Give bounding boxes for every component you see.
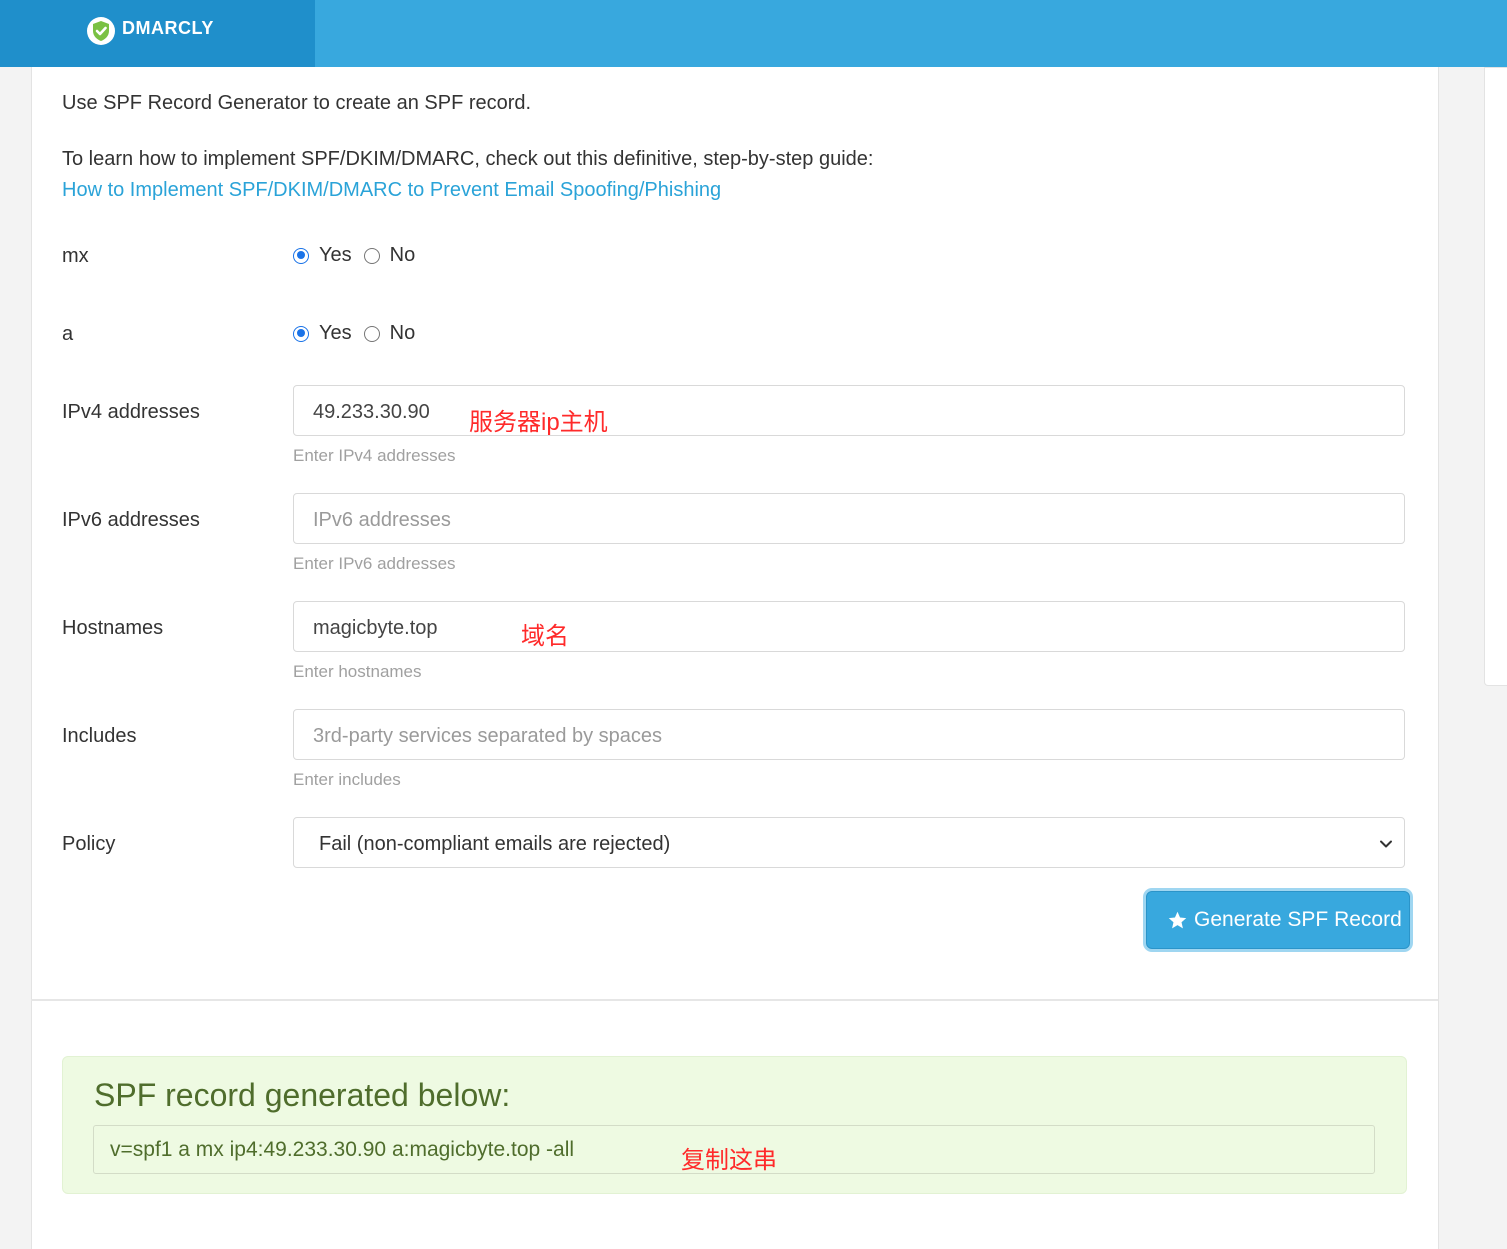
a-label: a	[62, 323, 74, 345]
intro-text: Use SPF Record Generator to create an SP…	[62, 92, 532, 114]
top-nav-bar: DMARCLY	[0, 0, 1507, 67]
mx-yes-label[interactable]: Yes	[319, 244, 352, 267]
guide-intro-text: To learn how to implement SPF/DKIM/DMARC…	[62, 148, 874, 170]
policy-selected: Fail (non-compliant emails are rejected)	[319, 833, 671, 855]
ipv6-placeholder: IPv6 addresses	[313, 509, 451, 531]
a-no-radio[interactable]	[363, 325, 380, 342]
generate-spf-label: Generate SPF Record	[1194, 908, 1402, 931]
brand-name: DMARCLY	[122, 18, 214, 38]
star-icon	[1168, 911, 1187, 929]
hostnames-annotation: 域名	[521, 623, 569, 650]
hostnames-input[interactable]: magicbyte.top	[293, 601, 1405, 652]
a-yes-label[interactable]: Yes	[319, 322, 352, 345]
ipv4-label: IPv4 addresses	[62, 401, 200, 423]
mx-radio-group: Yes No	[293, 244, 427, 267]
mx-label: mx	[62, 245, 89, 267]
ipv4-value: 49.233.30.90	[313, 401, 430, 423]
a-radio-group: Yes No	[293, 322, 427, 345]
section-divider	[31, 999, 1438, 1001]
ipv4-input[interactable]: 49.233.30.90	[293, 385, 1405, 436]
includes-help: Enter includes	[293, 770, 401, 789]
hostnames-help: Enter hostnames	[293, 662, 422, 681]
mx-no-radio[interactable]	[363, 247, 380, 264]
includes-placeholder: 3rd-party services separated by spaces	[313, 725, 663, 747]
chevron-down-icon	[1380, 840, 1392, 848]
shield-check-icon	[87, 17, 115, 45]
includes-input[interactable]: 3rd-party services separated by spaces	[293, 709, 1405, 760]
policy-select[interactable]: Fail (non-compliant emails are rejected)	[293, 817, 1405, 868]
ipv6-label: IPv6 addresses	[62, 509, 200, 531]
mx-no-label[interactable]: No	[390, 244, 416, 267]
hostnames-label: Hostnames	[62, 617, 164, 639]
result-title: SPF record generated below:	[94, 1077, 511, 1113]
spf-record-value: v=spf1 a mx ip4:49.233.30.90 a:magicbyte…	[110, 1138, 575, 1161]
ipv6-input[interactable]: IPv6 addresses	[293, 493, 1405, 544]
side-panel	[1484, 67, 1507, 686]
guide-link[interactable]: How to Implement SPF/DKIM/DMARC to Preve…	[62, 179, 721, 202]
ipv6-help: Enter IPv6 addresses	[293, 554, 456, 573]
ipv4-help: Enter IPv4 addresses	[293, 446, 456, 465]
generate-spf-button[interactable]: Generate SPF Record	[1146, 891, 1410, 949]
includes-label: Includes	[62, 725, 137, 747]
hostnames-value: magicbyte.top	[313, 617, 438, 639]
copy-annotation: 复制这串	[681, 1147, 777, 1174]
ipv4-annotation: 服务器ip主机	[469, 409, 608, 436]
policy-label: Policy	[62, 833, 116, 855]
a-no-label[interactable]: No	[390, 322, 416, 345]
a-yes-radio[interactable]	[293, 325, 309, 342]
mx-yes-radio[interactable]	[293, 247, 309, 264]
brand-logo[interactable]: DMARCLY	[0, 0, 315, 67]
